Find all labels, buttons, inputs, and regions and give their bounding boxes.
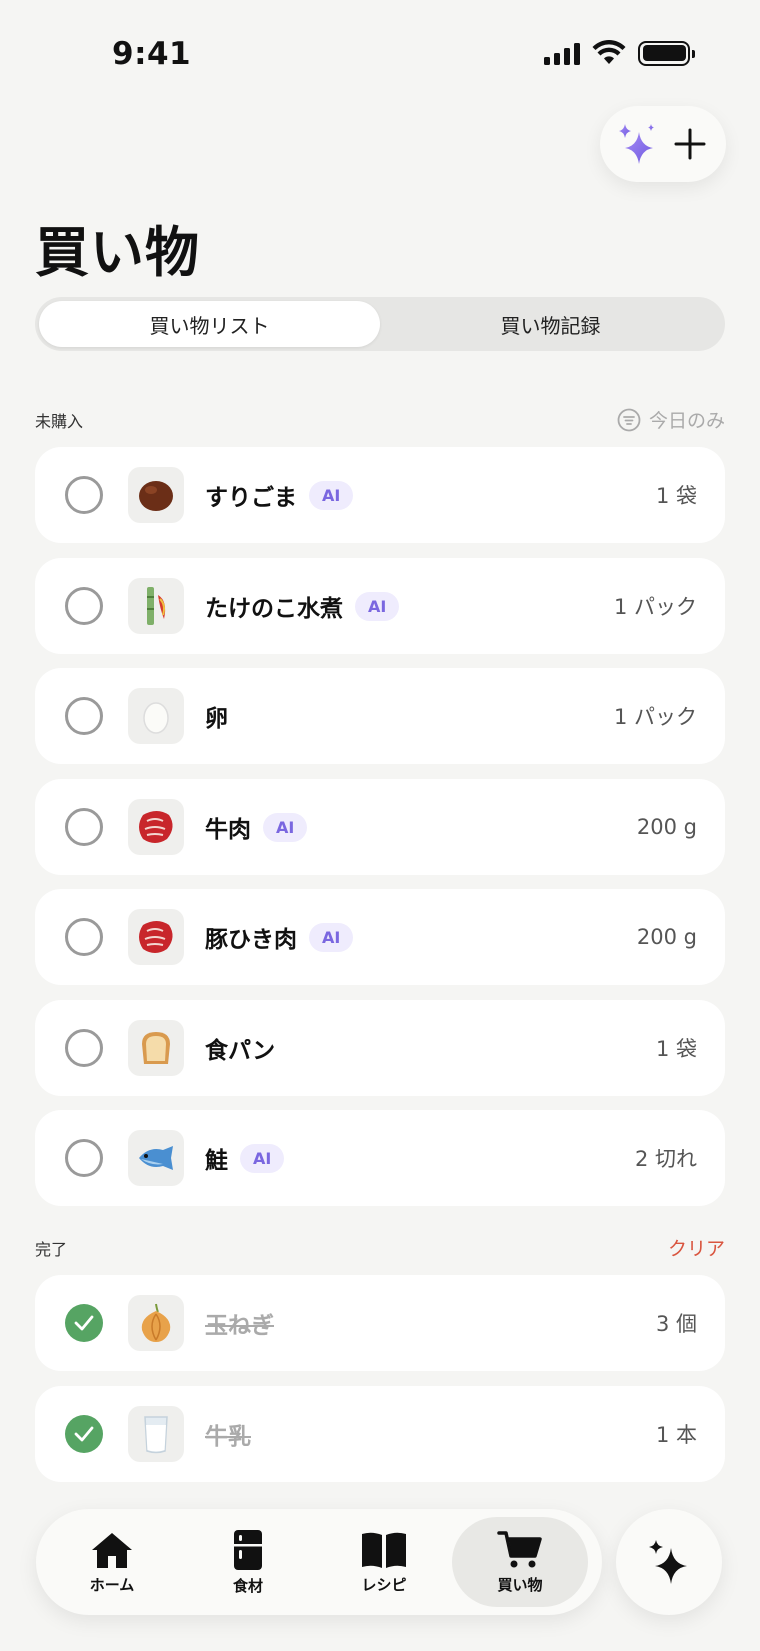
meat-icon xyxy=(128,909,184,965)
item-name: たけのこ水煮 xyxy=(205,596,343,622)
cellular-signal-icon xyxy=(544,41,580,65)
list-item[interactable]: 牛肉 AI 200 g xyxy=(35,779,725,875)
status-bar: 9:41 xyxy=(0,0,760,110)
section-label: 完了 xyxy=(35,1239,68,1259)
home-icon xyxy=(92,1532,132,1568)
filter-label: 今日のみ xyxy=(648,410,725,432)
tab-shopping-list[interactable]: 買い物リスト xyxy=(39,301,380,347)
sesame-icon xyxy=(128,467,184,523)
meat-icon xyxy=(128,799,184,855)
list-item[interactable]: 玉ねぎ 3 個 xyxy=(35,1275,725,1371)
ai-badge: AI xyxy=(309,922,354,952)
checkbox[interactable] xyxy=(65,476,103,514)
checkmark-icon xyxy=(74,1315,94,1331)
done-section-header: 完了 クリア xyxy=(35,1234,725,1261)
item-name: 牛乳 xyxy=(205,1424,251,1450)
today-only-filter[interactable]: 今日のみ xyxy=(617,406,725,433)
item-quantity: 2 切れ xyxy=(634,1147,697,1171)
item-name: 牛肉 xyxy=(205,817,251,843)
checkbox[interactable] xyxy=(65,1139,103,1177)
tab-ingredients[interactable]: 食材 xyxy=(180,1517,316,1607)
tab-label: 食材 xyxy=(232,1576,263,1595)
checkbox[interactable] xyxy=(65,1029,103,1067)
pending-section-header: 未購入 今日のみ xyxy=(35,406,725,433)
egg-icon xyxy=(128,688,184,744)
fish-icon xyxy=(128,1130,184,1186)
checkbox[interactable] xyxy=(65,808,103,846)
cart-icon xyxy=(497,1530,542,1567)
item-quantity: 3 個 xyxy=(655,1312,697,1336)
status-icons xyxy=(544,40,695,66)
list-item[interactable]: たけのこ水煮 AI 1 パック xyxy=(35,558,725,654)
item-quantity: 1 パック xyxy=(613,595,697,619)
tab-shopping-history[interactable]: 買い物記録 xyxy=(380,301,721,347)
page-title: 買い物 xyxy=(35,221,200,284)
milk-icon xyxy=(128,1406,184,1462)
status-time: 9:41 xyxy=(112,36,192,72)
item-name: すりごま xyxy=(205,485,297,511)
checkbox[interactable] xyxy=(65,1415,103,1453)
book-icon xyxy=(362,1532,406,1568)
ai-sparkle-button[interactable] xyxy=(615,122,659,166)
plus-icon xyxy=(674,128,705,160)
item-name: 玉ねぎ xyxy=(205,1313,274,1339)
ai-badge: AI xyxy=(263,812,308,842)
item-quantity: 200 g xyxy=(636,925,697,949)
battery-icon xyxy=(638,40,695,66)
checkbox[interactable] xyxy=(65,1304,103,1342)
list-item[interactable]: 食パン 1 袋 xyxy=(35,1000,725,1096)
item-quantity: 1 袋 xyxy=(655,1037,697,1061)
checkbox[interactable] xyxy=(65,587,103,625)
list-item[interactable]: 卵 1 パック xyxy=(35,668,725,764)
segmented-control: 買い物リスト 買い物記録 xyxy=(35,297,725,351)
bamboo-icon xyxy=(128,578,184,634)
top-actions xyxy=(600,106,726,182)
ai-badge: AI xyxy=(355,591,400,621)
item-quantity: 1 パック xyxy=(613,705,697,729)
tab-label: レシピ xyxy=(361,1575,407,1594)
wifi-icon xyxy=(592,40,626,64)
item-name: 卵 xyxy=(205,706,228,732)
fridge-icon xyxy=(234,1529,262,1570)
ai-badge: AI xyxy=(240,1143,285,1173)
sparkle-icon xyxy=(649,1540,687,1584)
tab-shopping[interactable]: 買い物 xyxy=(452,1517,588,1607)
list-item[interactable]: すりごま AI 1 袋 xyxy=(35,447,725,543)
checkmark-icon xyxy=(74,1426,94,1442)
add-item-button[interactable] xyxy=(668,122,712,166)
tab-label: 買い物 xyxy=(497,1575,543,1594)
item-quantity: 1 本 xyxy=(655,1423,697,1447)
item-quantity: 200 g xyxy=(636,815,697,839)
checkbox[interactable] xyxy=(65,697,103,735)
item-name: 鮭 xyxy=(205,1148,228,1174)
section-label: 未購入 xyxy=(35,411,84,431)
onion-icon xyxy=(128,1295,184,1351)
checkbox[interactable] xyxy=(65,918,103,956)
tab-bar: ホーム 食材 レシピ 買い物 xyxy=(36,1509,602,1615)
list-item[interactable]: 牛乳 1 本 xyxy=(35,1386,725,1482)
bread-icon xyxy=(128,1020,184,1076)
filter-icon xyxy=(617,408,641,431)
clear-button[interactable]: クリア xyxy=(668,1234,725,1261)
ai-badge: AI xyxy=(309,480,354,510)
tab-label: ホーム xyxy=(89,1575,135,1594)
list-item[interactable]: 豚ひき肉 AI 200 g xyxy=(35,889,725,985)
sparkle-icon xyxy=(618,124,654,164)
tab-recipes[interactable]: レシピ xyxy=(316,1517,452,1607)
item-quantity: 1 袋 xyxy=(655,484,697,508)
list-item[interactable]: 鮭 AI 2 切れ xyxy=(35,1110,725,1206)
item-name: 豚ひき肉 xyxy=(205,927,297,953)
ai-assistant-button[interactable] xyxy=(616,1509,722,1615)
item-name: 食パン xyxy=(205,1038,276,1064)
tab-home[interactable]: ホーム xyxy=(44,1517,180,1607)
